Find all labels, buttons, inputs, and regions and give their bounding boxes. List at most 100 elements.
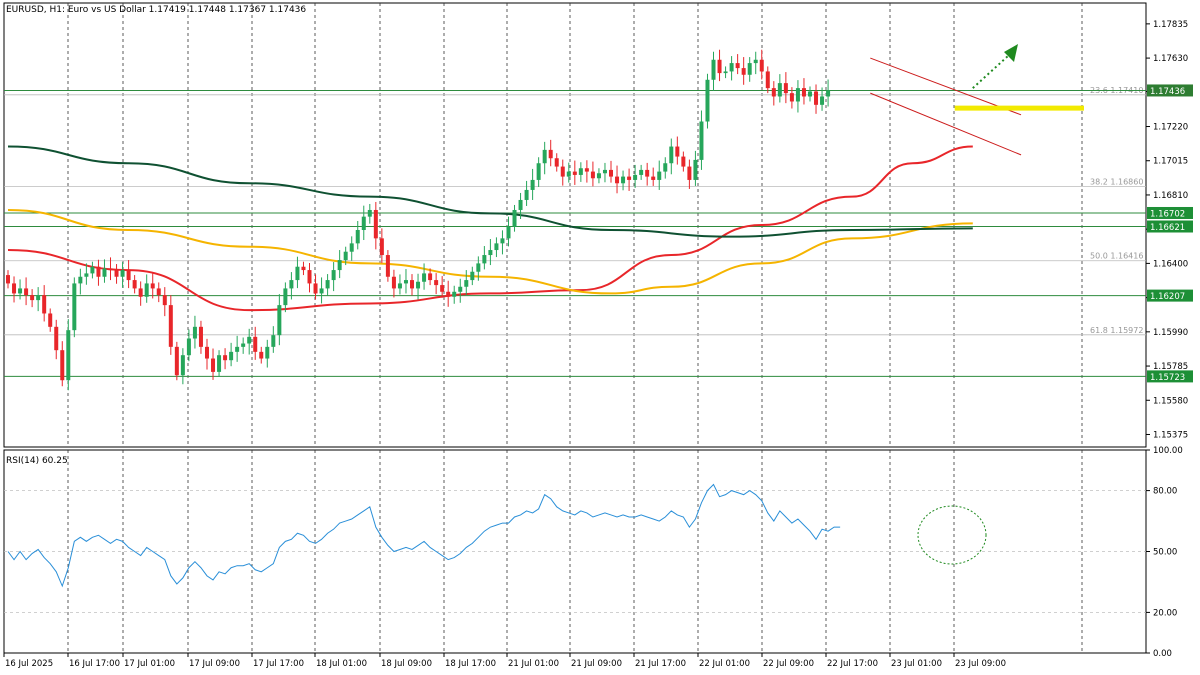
candle-body bbox=[651, 176, 656, 180]
candle-body bbox=[204, 346, 209, 359]
candle-body bbox=[488, 250, 493, 256]
candle-body bbox=[681, 156, 686, 167]
level-tag-label: 1.16702 bbox=[1150, 209, 1185, 219]
candle-body bbox=[783, 83, 788, 94]
price-tick-label: 1.15580 bbox=[1153, 396, 1188, 406]
price-tick-label: 1.16400 bbox=[1153, 259, 1188, 269]
chart-header: EURUSD, H1: Euro vs US Dollar 1.17419 1.… bbox=[6, 5, 306, 15]
candle-body bbox=[12, 283, 17, 294]
candle-body bbox=[759, 59, 764, 72]
candle-body bbox=[114, 270, 119, 277]
time-tick-label: 22 Jul 01:00 bbox=[699, 659, 750, 669]
time-tick-label: 22 Jul 09:00 bbox=[763, 659, 814, 669]
candle-body bbox=[422, 273, 427, 282]
rsi-tick-label: 100.00 bbox=[1153, 446, 1183, 456]
time-axis: 16 Jul 2025 16 Jul 17:00 17 Jul 01:00 17 Ju… bbox=[3, 653, 1006, 669]
moving-average-line bbox=[7, 145, 973, 238]
candle-body bbox=[385, 255, 390, 277]
candle-body bbox=[48, 313, 53, 327]
time-tick-label: 17 Jul 09:00 bbox=[189, 659, 240, 669]
candle-body bbox=[78, 276, 83, 284]
candle-body bbox=[337, 260, 342, 271]
candle-body bbox=[331, 270, 336, 281]
candle-body bbox=[633, 174, 638, 180]
price-frame bbox=[3, 2, 1147, 448]
price-tick-label: 1.15990 bbox=[1153, 328, 1188, 338]
candle-body bbox=[60, 350, 65, 381]
projection-arrow bbox=[972, 55, 1009, 89]
price-tick-label: 1.17220 bbox=[1153, 123, 1188, 133]
candle-body bbox=[416, 281, 421, 289]
candle-body bbox=[361, 216, 366, 231]
candle-body bbox=[801, 88, 806, 97]
candle-body bbox=[72, 283, 77, 331]
candle-body bbox=[90, 266, 95, 274]
candle-body bbox=[132, 280, 137, 289]
candle-body bbox=[96, 266, 101, 277]
candle-body bbox=[693, 159, 698, 180]
candle-body bbox=[30, 295, 35, 301]
candle-body bbox=[192, 326, 197, 339]
candle-body bbox=[566, 171, 571, 177]
time-tick-label: 23 Jul 09:00 bbox=[955, 659, 1006, 669]
candle-body bbox=[747, 63, 752, 75]
candle-body bbox=[349, 243, 354, 252]
candle-body bbox=[168, 305, 173, 347]
level-tag-label: 1.17436 bbox=[1150, 87, 1185, 97]
candle-body bbox=[687, 166, 692, 180]
candle-body bbox=[542, 149, 547, 164]
time-tick-label: 22 Jul 17:00 bbox=[827, 659, 878, 669]
candle-body bbox=[18, 288, 23, 294]
candle-body bbox=[590, 171, 595, 179]
time-tick-label: 18 Jul 17:00 bbox=[445, 659, 496, 669]
candle-body bbox=[705, 79, 710, 122]
candle-body bbox=[814, 91, 819, 105]
candle-body bbox=[391, 276, 396, 289]
candle-body bbox=[156, 288, 161, 296]
candle-body bbox=[235, 346, 240, 352]
rsi-tick-label: 50.00 bbox=[1153, 548, 1177, 558]
candle-body bbox=[627, 176, 632, 180]
candle-body bbox=[343, 251, 348, 261]
candle-body bbox=[572, 171, 577, 175]
candle-body bbox=[596, 173, 601, 179]
candle-body bbox=[403, 280, 408, 284]
candle-body bbox=[36, 295, 41, 301]
price-tick-label: 1.16810 bbox=[1153, 191, 1188, 201]
fib-label: 61.8 1.15972 bbox=[1090, 326, 1143, 335]
candle-body bbox=[820, 96, 825, 105]
candle-body bbox=[277, 305, 282, 336]
candle-body bbox=[711, 59, 716, 80]
level-tag-label: 1.16621 bbox=[1150, 223, 1185, 233]
candle-body bbox=[584, 168, 589, 172]
candle-body bbox=[621, 176, 626, 184]
candle-body bbox=[428, 273, 433, 281]
rsi-tick-label: 80.00 bbox=[1153, 487, 1177, 497]
candle-body bbox=[289, 280, 294, 289]
candle-body bbox=[42, 295, 47, 314]
candle-body bbox=[615, 176, 620, 184]
price-tick-label: 1.17630 bbox=[1153, 54, 1188, 64]
candle-body bbox=[536, 163, 541, 180]
candle-body bbox=[367, 209, 372, 217]
candle-body bbox=[229, 351, 234, 361]
time-tick-label: 16 Jul 2025 bbox=[5, 659, 53, 669]
time-tick-label: 21 Jul 01:00 bbox=[508, 659, 559, 669]
time-tick-label: 21 Jul 17:00 bbox=[635, 659, 686, 669]
candle-body bbox=[446, 291, 451, 297]
candle-body bbox=[162, 295, 167, 306]
time-tick-label: 18 Jul 09:00 bbox=[381, 659, 432, 669]
candle-body bbox=[506, 226, 511, 239]
candle-body bbox=[102, 268, 107, 277]
candle-body bbox=[283, 288, 288, 306]
time-tick-label: 17 Jul 17:00 bbox=[253, 659, 304, 669]
candle-body bbox=[554, 158, 559, 167]
candle-body bbox=[789, 93, 794, 102]
candle-body bbox=[410, 280, 415, 289]
candle-body bbox=[639, 169, 644, 175]
candle-body bbox=[723, 71, 728, 74]
candle-body bbox=[247, 336, 252, 344]
candle-body bbox=[180, 355, 185, 376]
candle-body bbox=[24, 288, 29, 296]
candle-body bbox=[174, 346, 179, 376]
